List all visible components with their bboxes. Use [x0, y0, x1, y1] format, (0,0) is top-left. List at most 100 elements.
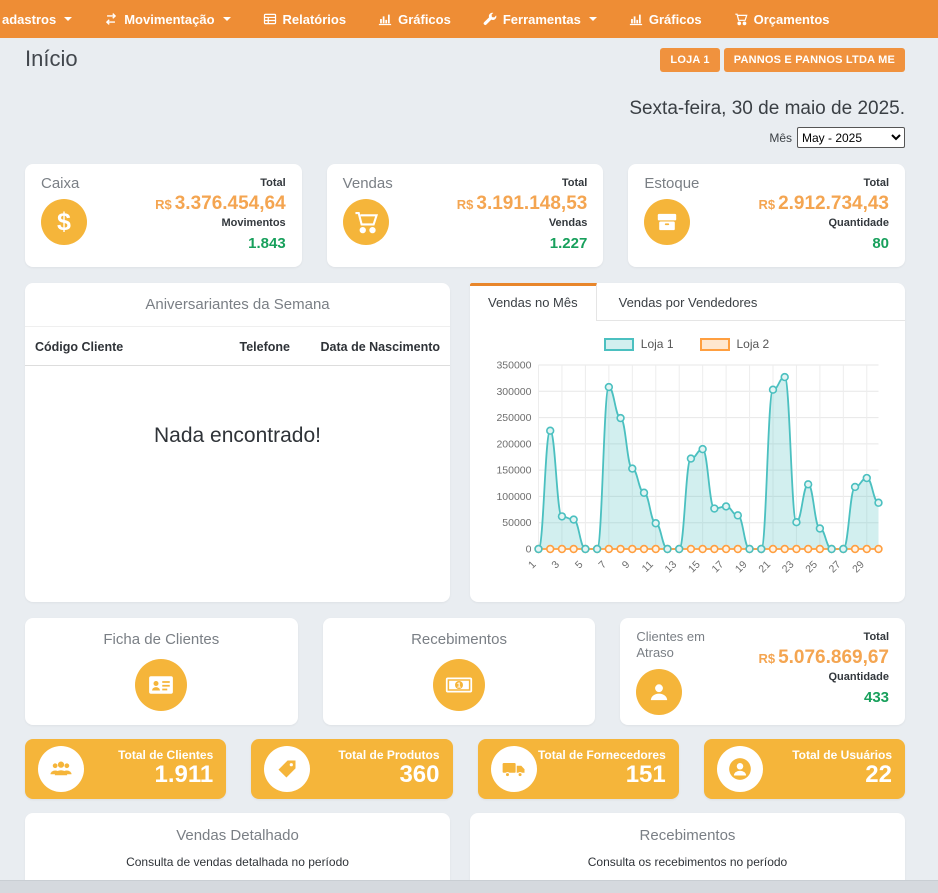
total-fornecedores-tile[interactable]: Total de Fornecedores 151 [478, 739, 679, 799]
total-clientes-tile[interactable]: Total de Clientes 1.911 [25, 739, 226, 799]
recebimentos-card[interactable]: Recebimentos 1 [323, 618, 596, 725]
svg-text:350000: 350000 [496, 360, 531, 372]
tab-vendas-por-vendedores[interactable]: Vendas por Vendedores [597, 283, 780, 321]
svg-text:5: 5 [573, 559, 586, 572]
panel-title: Vendas Detalhado [35, 827, 440, 844]
svg-text:27: 27 [827, 559, 844, 576]
total-produtos-tile[interactable]: Total de Produtos 360 [251, 739, 452, 799]
nav-item-ferramentas[interactable]: Ferramentas [483, 12, 597, 27]
ficha-clientes-card[interactable]: Ficha de Clientes [25, 618, 298, 725]
legend-label: Loja 2 [737, 337, 770, 351]
svg-text:19: 19 [733, 559, 750, 576]
total-value: R$3.191.148,53 [457, 193, 588, 216]
nav-item-graficos-1[interactable]: Gráficos [378, 12, 451, 27]
total-value: R$5.076.869,67 [758, 647, 889, 670]
truck-icon [491, 746, 537, 792]
current-date: Sexta-feira, 30 de maio de 2025. [629, 98, 905, 120]
tile-value: 360 [338, 762, 439, 788]
total-label: Total [260, 175, 285, 193]
column-header: Código Cliente [35, 340, 210, 354]
month-select[interactable]: May - 2025 [797, 127, 905, 148]
chart-tabs: Vendas no Mês Vendas por Vendedores [470, 283, 905, 321]
total-label: Total [864, 175, 889, 193]
svg-text:9: 9 [620, 559, 633, 572]
total-label: Total [562, 175, 587, 193]
svg-text:50000: 50000 [502, 517, 531, 529]
sales-chart-panel: Vendas no Mês Vendas por Vendedores Loja… [470, 283, 905, 602]
svg-text:25: 25 [803, 559, 820, 576]
tile-value: 22 [792, 762, 892, 788]
card-title: Vendas [343, 175, 393, 192]
svg-text:100000: 100000 [496, 491, 531, 503]
tile-label: Total de Usuários [792, 748, 892, 762]
caret-down-icon [223, 17, 231, 21]
svg-text:17: 17 [709, 559, 726, 576]
caret-down-icon [589, 17, 597, 21]
legend-label: Loja 1 [641, 337, 674, 351]
svg-text:1: 1 [526, 559, 539, 572]
panel-description: Consulta de vendas detalhada no período [35, 855, 440, 869]
svg-text:7: 7 [596, 559, 609, 572]
swap-arrows-icon [104, 12, 118, 26]
panel-description: Consulta os recebimentos no período [480, 855, 895, 869]
clientes-em-atraso-card: Clientes em Atraso Total R$5.076.869,67 … [620, 618, 905, 725]
nav-item-relatorios[interactable]: Relatórios [263, 12, 347, 27]
svg-text:21: 21 [756, 559, 773, 576]
nav-item-movimentacao[interactable]: Movimentação [104, 12, 230, 27]
tag-icon [264, 746, 310, 792]
svg-text:300000: 300000 [496, 386, 531, 398]
panel-title: Recebimentos [480, 827, 895, 844]
card-title: Recebimentos [333, 631, 586, 648]
nav-item-label: Ferramentas [503, 12, 581, 27]
count-label: Vendas [549, 215, 588, 233]
tile-label: Total de Fornecedores [538, 748, 666, 762]
banknote-icon: 1 [433, 659, 485, 711]
tile-label: Total de Clientes [118, 748, 213, 762]
sales-chart-svg[interactable]: 0500001000001500002000002500003000003500… [476, 355, 897, 593]
box-icon [644, 199, 690, 245]
tile-label: Total de Produtos [338, 748, 439, 762]
bar-chart-icon [629, 12, 643, 26]
tab-vendas-no-mes[interactable]: Vendas no Mês [470, 283, 597, 321]
store-button[interactable]: LOJA 1 [660, 48, 719, 72]
page-footer-strip [0, 880, 938, 893]
legend-swatch-loja2 [700, 338, 730, 351]
chart-legend: Loja 1 Loja 2 [476, 337, 897, 351]
svg-text:15: 15 [686, 559, 703, 576]
count-value: 1.843 [248, 233, 286, 256]
caret-down-icon [64, 17, 72, 21]
table-icon [263, 12, 277, 26]
id-card-icon [135, 659, 187, 711]
tile-value: 1.911 [118, 762, 213, 788]
birthdays-panel: Aniversariantes da Semana Código Cliente… [25, 283, 450, 602]
page-title: Início [25, 46, 78, 72]
svg-text:150000: 150000 [496, 465, 531, 477]
count-value: 433 [864, 687, 889, 710]
count-value: 1.227 [550, 233, 588, 256]
nav-item-orcamentos[interactable]: Orçamentos [734, 12, 830, 27]
nav-item-label: Gráficos [649, 12, 702, 27]
svg-text:11: 11 [640, 559, 656, 575]
count-value: 80 [872, 233, 889, 256]
tile-value: 151 [538, 762, 666, 788]
count-label: Quantidade [829, 669, 890, 687]
svg-text:200000: 200000 [496, 438, 531, 450]
card-title: Estoque [644, 175, 699, 192]
company-button[interactable]: PANNOS E PANNOS LTDA ME [724, 48, 905, 72]
svg-text:29: 29 [850, 559, 867, 576]
total-label: Total [864, 629, 889, 647]
total-value: R$3.376.454,64 [155, 193, 286, 216]
card-title: Clientes em Atraso [636, 629, 728, 662]
nav-item-label: Orçamentos [754, 12, 830, 27]
nav-item-label: Movimentação [124, 12, 214, 27]
vendas-card: Vendas Total R$3.191.148,53 Vendas 1.227 [327, 164, 604, 267]
count-label: Movimentos [221, 215, 285, 233]
total-usuarios-tile[interactable]: Total de Usuários 22 [704, 739, 905, 799]
svg-text:250000: 250000 [496, 412, 531, 424]
svg-text:13: 13 [663, 559, 680, 576]
nav-item-graficos-2[interactable]: Gráficos [629, 12, 702, 27]
month-label: Mês [769, 131, 792, 145]
svg-text:3: 3 [549, 559, 562, 572]
bar-chart-icon [378, 12, 392, 26]
nav-item-cadastros[interactable]: adastros [2, 12, 72, 27]
